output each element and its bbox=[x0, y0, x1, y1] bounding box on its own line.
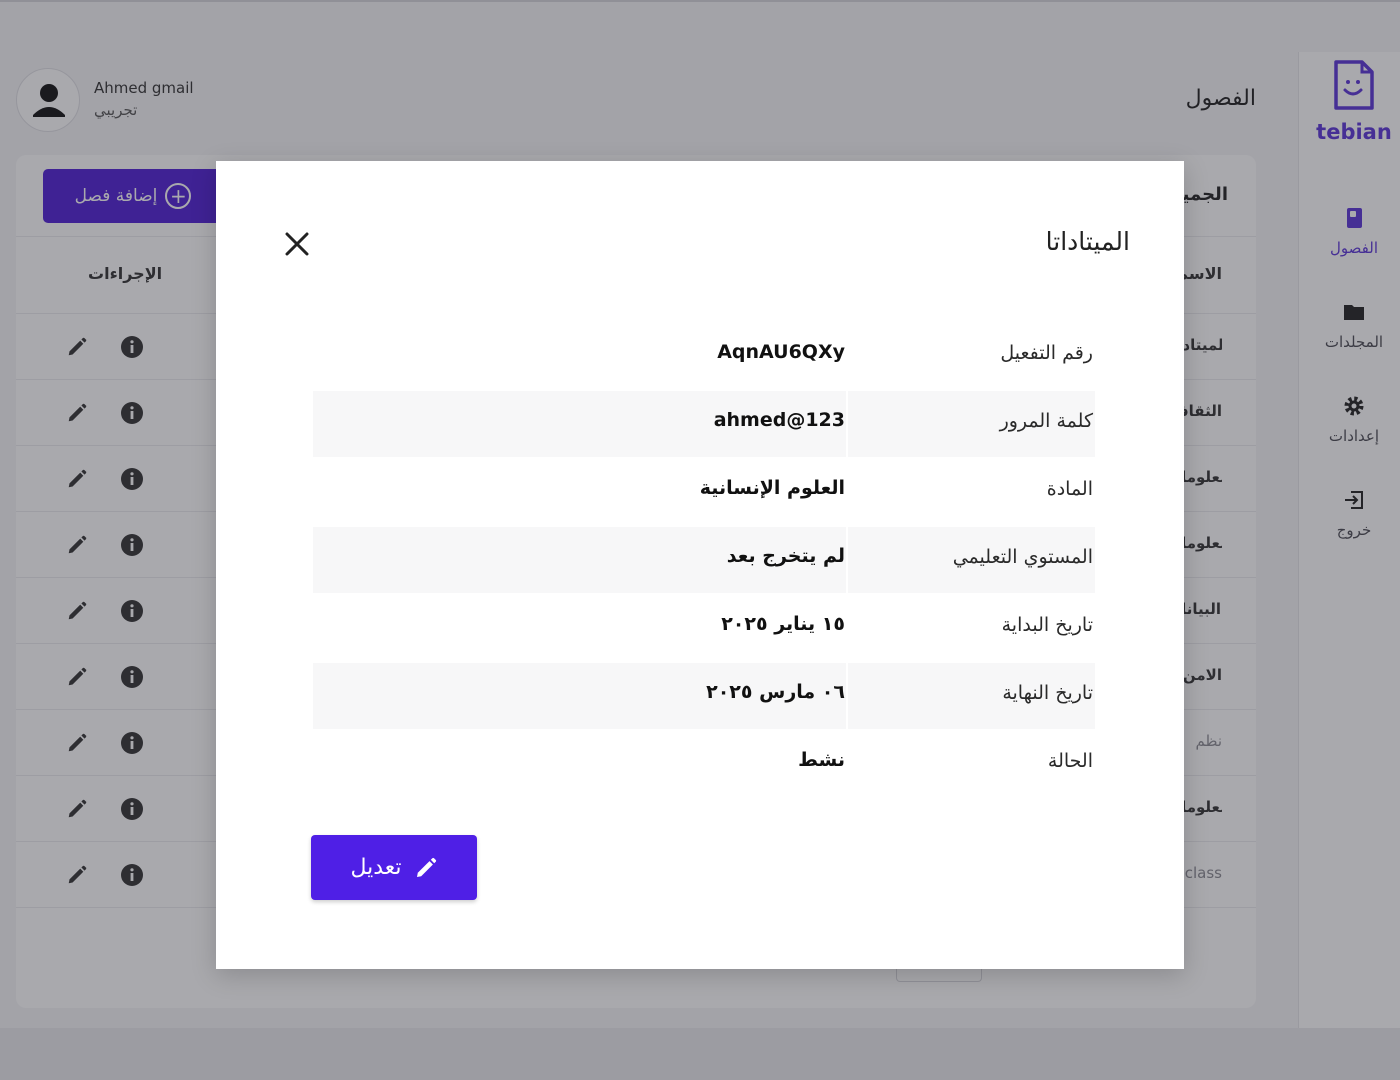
edit-button[interactable]: تعديل bbox=[311, 835, 477, 900]
metadata-value: نشط bbox=[798, 749, 845, 771]
metadata-value-cell: لم يتخرج بعد bbox=[313, 527, 846, 593]
metadata-row: كلمة المرور ahmed@123 bbox=[313, 391, 1095, 457]
metadata-value: AqnAU6QXy bbox=[717, 341, 845, 363]
metadata-value-cell: نشط bbox=[313, 731, 846, 797]
metadata-value: ahmed@123 bbox=[713, 409, 845, 431]
metadata-key-cell: رقم التفعيل bbox=[848, 323, 1095, 389]
modal-title: الميتاداتا bbox=[1045, 227, 1130, 256]
metadata-key: رقم التفعيل bbox=[1000, 342, 1093, 364]
metadata-key-cell: المستوي التعليمي bbox=[848, 527, 1095, 593]
metadata-row: رقم التفعيل AqnAU6QXy bbox=[313, 323, 1095, 389]
metadata-key-cell: كلمة المرور bbox=[848, 391, 1095, 457]
metadata-row: تاريخ البداية ١٥ يناير ٢٠٢٥ bbox=[313, 595, 1095, 661]
pencil-icon bbox=[416, 857, 436, 877]
metadata-value-cell: العلوم الإنسانية bbox=[313, 459, 846, 525]
metadata-row: الحالة نشط bbox=[313, 731, 1095, 797]
metadata-modal: الميتاداتا رقم التفعيل AqnAU6QXy كلمة المر… bbox=[216, 161, 1184, 969]
metadata-key: تاريخ البداية bbox=[1001, 614, 1093, 636]
metadata-row: تاريخ النهاية ٠٦ مارس ٢٠٢٥ bbox=[313, 663, 1095, 729]
metadata-key-cell: تاريخ البداية bbox=[848, 595, 1095, 661]
metadata-value-cell: ahmed@123 bbox=[313, 391, 846, 457]
metadata-key: الحالة bbox=[1047, 750, 1093, 772]
metadata-value: العلوم الإنسانية bbox=[699, 477, 845, 499]
metadata-table: رقم التفعيل AqnAU6QXy كلمة المرور ahmed@123… bbox=[313, 323, 1095, 799]
metadata-row: المادة العلوم الإنسانية bbox=[313, 459, 1095, 525]
close-icon[interactable] bbox=[280, 227, 314, 261]
metadata-value: ١٥ يناير ٢٠٢٥ bbox=[721, 613, 845, 635]
metadata-value-cell: AqnAU6QXy bbox=[313, 323, 846, 389]
metadata-value-cell: ١٥ يناير ٢٠٢٥ bbox=[313, 595, 846, 661]
metadata-key: المستوي التعليمي bbox=[952, 546, 1093, 568]
metadata-key-cell: المادة bbox=[848, 459, 1095, 525]
metadata-value: ٠٦ مارس ٢٠٢٥ bbox=[706, 681, 845, 703]
metadata-key: تاريخ النهاية bbox=[1002, 682, 1093, 704]
edit-button-label: تعديل bbox=[350, 855, 402, 880]
metadata-value: لم يتخرج بعد bbox=[726, 545, 845, 567]
metadata-key: كلمة المرور bbox=[999, 410, 1093, 432]
metadata-value-cell: ٠٦ مارس ٢٠٢٥ bbox=[313, 663, 846, 729]
metadata-row: المستوي التعليمي لم يتخرج بعد bbox=[313, 527, 1095, 593]
metadata-key-cell: الحالة bbox=[848, 731, 1095, 797]
bottom-strip bbox=[0, 1028, 1400, 1080]
metadata-key-cell: تاريخ النهاية bbox=[848, 663, 1095, 729]
metadata-key: المادة bbox=[1046, 478, 1093, 500]
